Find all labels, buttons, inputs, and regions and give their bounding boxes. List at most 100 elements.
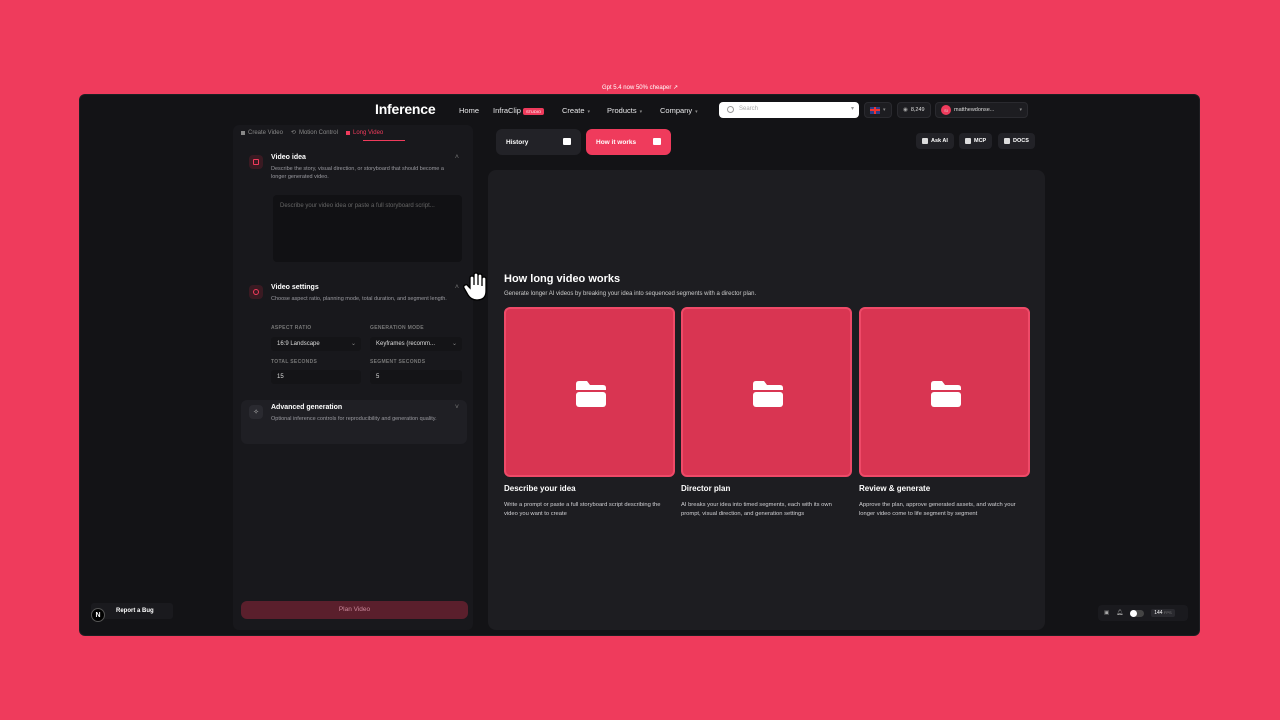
plan-video-button[interactable]: Plan Video xyxy=(241,601,468,619)
nav-products-label: Products xyxy=(607,106,637,115)
chevron-down-icon: ▾ xyxy=(850,106,854,112)
tab-motion-control[interactable]: ⟲ Motion Control xyxy=(290,129,338,137)
card-description: Approve the plan, approve generated asse… xyxy=(859,502,1016,517)
card-title: Review & generate xyxy=(859,484,931,493)
film-icon xyxy=(345,130,350,135)
nav-infraclip-label: InfraClip xyxy=(493,106,521,115)
studio-badge: STUDIO xyxy=(522,107,545,115)
nav-company-label: Company xyxy=(660,106,693,115)
how-title: How long video works xyxy=(504,273,621,285)
left-panel: Create Video ⟲ Motion Control Long Video… xyxy=(233,125,473,630)
step-card-review xyxy=(859,307,1030,477)
chat-icon xyxy=(922,138,928,144)
plug-icon xyxy=(965,138,971,144)
chevron-down-icon: ⌄ xyxy=(350,341,356,347)
username: matthewdonse... xyxy=(954,107,995,113)
history-button[interactable]: History xyxy=(496,129,581,155)
tab-create-video[interactable]: Create Video xyxy=(241,129,283,136)
chevron-down-icon: ▾ xyxy=(695,109,698,115)
advanced-title: Advanced generation xyxy=(271,404,343,411)
video-idea-description: Describe the story, visual direction, or… xyxy=(271,166,444,180)
video-settings-title: Video settings xyxy=(271,284,319,291)
step-card-describe xyxy=(504,307,675,477)
top-nav: Inference Home InfraClip STUDIO Create ▾ P… xyxy=(80,95,1199,125)
folder-icon xyxy=(576,381,606,407)
theme-toggle[interactable] xyxy=(1130,609,1145,617)
video-idea-icon xyxy=(249,155,263,169)
history-label: History xyxy=(506,138,529,146)
chevron-up-icon[interactable]: ˄ xyxy=(455,284,459,291)
total-seconds-input[interactable]: 15 xyxy=(271,370,361,384)
logo[interactable]: Inference xyxy=(375,101,436,117)
chevron-down-icon: ▾ xyxy=(1019,107,1022,113)
main-panel: How long video works Generate longer AI … xyxy=(488,170,1045,630)
mcp-button[interactable]: MCP xyxy=(959,133,993,149)
user-menu[interactable]: SI matthewdonse... ▾ xyxy=(935,102,1028,118)
credits-count: 8,249 xyxy=(910,107,925,113)
search-icon xyxy=(727,106,734,113)
docs-button[interactable]: DOCS xyxy=(998,133,1035,149)
card-description: Write a prompt or paste a full storyboar… xyxy=(504,502,661,517)
credits-pill[interactable]: ◉ 8,249 xyxy=(897,102,931,118)
video-idea-title: Video idea xyxy=(271,154,306,161)
chevron-up-icon[interactable]: ˄ xyxy=(455,154,459,161)
ask-ai-label: Ask AI xyxy=(931,138,948,144)
chevron-down-icon: ▾ xyxy=(587,109,591,115)
fps-counter: 144 FPS xyxy=(1151,609,1175,617)
bell-icon[interactable]: 🔔︎ xyxy=(1116,610,1123,616)
aspect-ratio-select[interactable]: 16:9 Landscape ⌄ xyxy=(271,337,361,351)
generation-mode-label: GENERATION MODE xyxy=(370,325,424,331)
card-title: Describe your idea xyxy=(504,484,576,493)
nav-products[interactable]: Products ▾ xyxy=(607,106,642,115)
generation-mode-value: Keyframes (recomm... xyxy=(376,341,436,347)
hand-cursor-icon xyxy=(463,272,487,301)
nav-create[interactable]: Create ▾ xyxy=(562,106,590,115)
how-it-works-button[interactable]: How it works xyxy=(586,129,671,155)
video-settings-description: Choose aspect ratio, planning mode, tota… xyxy=(271,296,447,302)
nextjs-badge[interactable]: N xyxy=(91,608,105,622)
total-seconds-label: TOTAL SECONDS xyxy=(271,359,318,365)
mode-tabs: Create Video ⟲ Motion Control Long Video xyxy=(241,129,383,136)
nav-company[interactable]: Company ▾ xyxy=(660,106,698,115)
chevron-down-icon: ▾ xyxy=(883,107,886,113)
search-placeholder: Search xyxy=(739,106,759,112)
settings-gear-icon xyxy=(249,285,263,299)
search-input[interactable]: Search ▾ xyxy=(719,102,859,118)
video-icon xyxy=(241,130,245,135)
language-selector[interactable]: ▾ xyxy=(864,102,892,118)
step-card-director xyxy=(681,307,852,477)
app-window: Inference Home InfraClip STUDIO Create ▾ P… xyxy=(80,95,1199,635)
motion-icon: ⟲ xyxy=(290,130,296,136)
how-subtitle: Generate longer AI videos by breaking yo… xyxy=(504,291,757,297)
advanced-generation-section[interactable]: ✧ Advanced generation Optional inference… xyxy=(241,400,467,444)
active-tab-indicator xyxy=(363,140,405,141)
tab-label: Motion Control xyxy=(298,129,338,136)
folder-icon xyxy=(563,138,571,145)
sparkle-icon: ✧ xyxy=(249,405,263,419)
ask-ai-button[interactable]: Ask AI xyxy=(916,133,954,149)
mcp-label: MCP xyxy=(974,138,987,144)
card-title: Director plan xyxy=(681,484,731,493)
card-description: AI breaks your idea into timed segments,… xyxy=(681,502,832,517)
video-idea-textarea[interactable]: Describe your video idea or paste a full… xyxy=(273,195,462,262)
nav-home[interactable]: Home xyxy=(459,106,479,115)
segment-seconds-label: SEGMENT SECONDS xyxy=(370,359,426,365)
chevron-down-icon: ˅ xyxy=(454,404,459,411)
screen-icon[interactable]: ▣ xyxy=(1104,610,1109,616)
chevron-down-icon: ▾ xyxy=(639,109,643,115)
nav-infraclip[interactable]: InfraClip STUDIO xyxy=(493,106,545,115)
nav-create-label: Create xyxy=(562,106,585,115)
aspect-ratio-label: ASPECT RATIO xyxy=(271,325,312,331)
promo-banner[interactable]: Gpt 5.4 now 50% cheaper ↗ xyxy=(0,84,1280,91)
tab-long-video[interactable]: Long Video xyxy=(345,129,384,136)
book-icon xyxy=(653,138,661,145)
segment-seconds-input[interactable]: 5 xyxy=(370,370,462,384)
tab-label: Long Video xyxy=(352,129,384,136)
docs-label: DOCS xyxy=(1013,138,1029,144)
coin-icon: ◉ xyxy=(903,107,908,113)
uk-flag-icon xyxy=(870,106,880,114)
advanced-description: Optional inference controls for reproduc… xyxy=(271,416,437,422)
tab-label: Create Video xyxy=(248,129,283,136)
folder-icon xyxy=(753,381,783,407)
generation-mode-select[interactable]: Keyframes (recomm... ⌄ xyxy=(370,337,462,351)
